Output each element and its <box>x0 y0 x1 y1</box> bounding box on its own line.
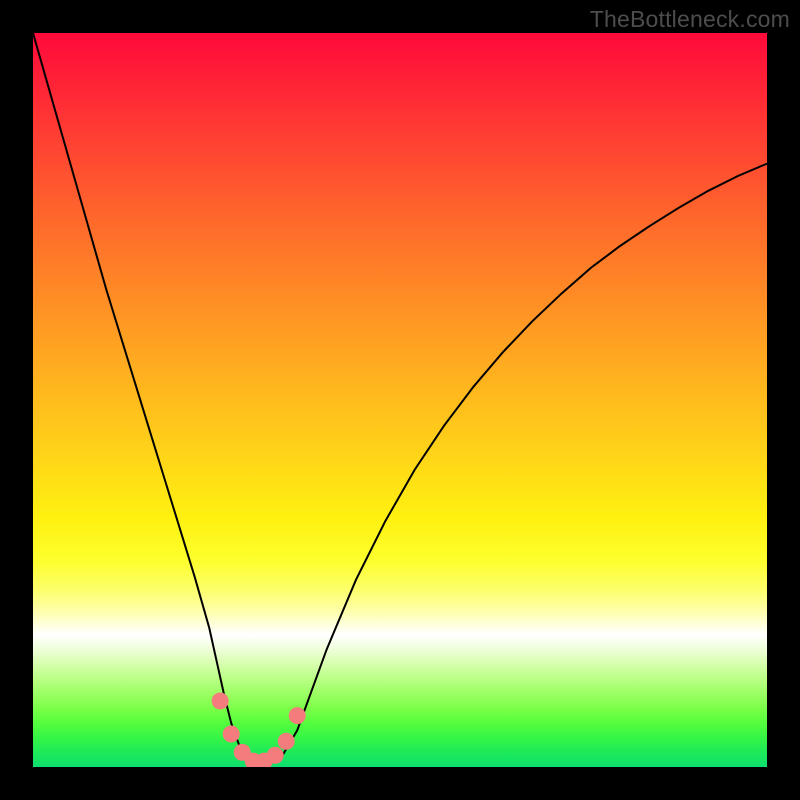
curve-marker <box>267 747 284 764</box>
chart-frame: TheBottleneck.com <box>0 0 800 800</box>
bottleneck-curve <box>33 33 767 767</box>
curve-path <box>33 33 767 763</box>
plot-area <box>33 33 767 767</box>
curve-marker <box>212 692 229 709</box>
watermark-text: TheBottleneck.com <box>590 6 790 33</box>
curve-marker <box>289 707 306 724</box>
curve-marker <box>223 725 240 742</box>
curve-marker <box>278 733 295 750</box>
